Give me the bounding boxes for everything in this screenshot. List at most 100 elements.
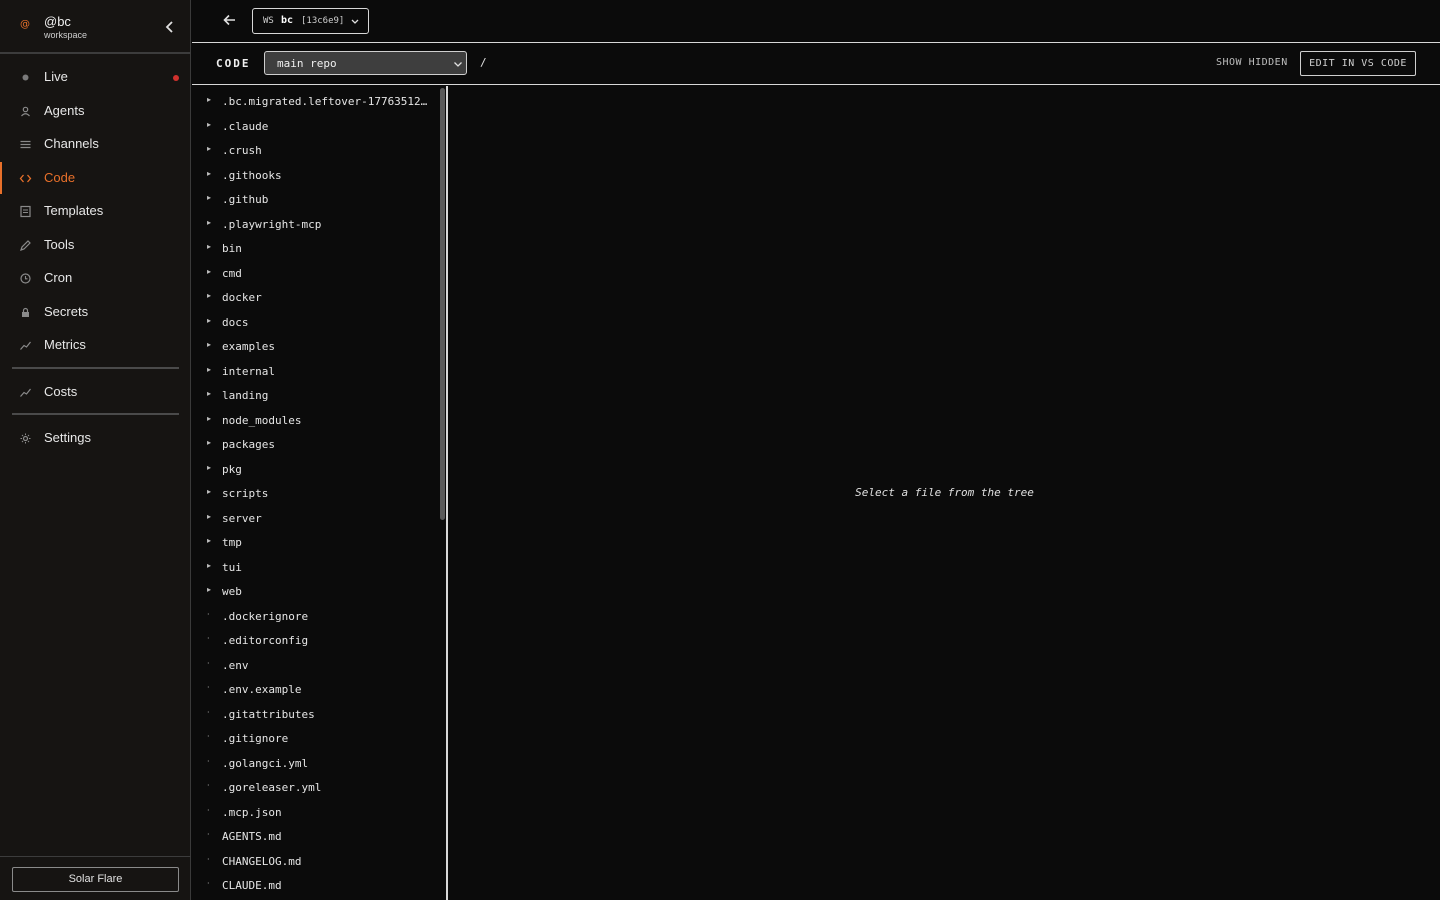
tree-entry-name: .gitignore [222, 732, 289, 745]
person-icon [19, 105, 32, 118]
lines-icon [19, 138, 32, 151]
tree-file-row[interactable]: · .env [192, 653, 432, 677]
folder-caret-icon: ▸ [207, 560, 212, 570]
sidebar-item-costs[interactable]: Costs [0, 376, 190, 408]
tree-folder-row[interactable]: ▸ server [192, 506, 432, 530]
folder-caret-icon: ▸ [207, 487, 212, 496]
sidebar-item-templates[interactable]: Templates [0, 195, 190, 227]
sidebar-item-metrics[interactable]: Metrics [0, 329, 190, 361]
tree-entry-name: .gitattributes [222, 707, 315, 721]
tree-folder-row[interactable]: ▸ examples [192, 334, 432, 358]
tree-entry-name: .githooks [222, 168, 282, 182]
tree-file-row[interactable]: · AGENTS.md [192, 824, 432, 848]
chevron-down-icon [452, 57, 464, 69]
edit-in-vscode-button[interactable]: EDIT IN VS CODE [1300, 51, 1416, 76]
workspace-selector[interactable]: WS bc [13c6e9] [252, 8, 369, 34]
collapse-sidebar-icon[interactable] [162, 18, 178, 36]
tree-folder-row[interactable]: ▸ pkg [192, 457, 432, 481]
sidebar-item-channels[interactable]: Channels [0, 128, 190, 160]
tree-entry-name: AGENTS.md [222, 830, 282, 843]
nav-divider [12, 367, 179, 369]
folder-caret-icon: ▸ [207, 119, 212, 129]
theme-button[interactable]: Solar Flare [12, 867, 179, 892]
breadcrumb: / [480, 56, 487, 69]
folder-caret-icon: ▸ [207, 511, 212, 521]
sidebar-item-label: Code [44, 170, 76, 185]
document-icon [19, 205, 32, 218]
folder-caret-icon: ▸ [207, 413, 212, 423]
folder-caret-icon: ▸ [207, 585, 212, 594]
folder-caret-icon: ▸ [207, 462, 212, 472]
tree-file-row[interactable]: · .golangci.yml [192, 751, 432, 775]
empty-state-message: Select a file from the tree [855, 486, 1034, 499]
tree-folder-row[interactable]: ▸ landing [192, 383, 432, 407]
tree-file-row[interactable]: · .gitattributes [192, 702, 432, 726]
tree-file-row[interactable]: · .gitignore [192, 726, 432, 750]
sidebar-item-label: Settings [44, 430, 91, 445]
tree-folder-row[interactable]: ▸ cmd [192, 261, 432, 285]
tree-folder-row[interactable]: ▸ docs [192, 310, 432, 334]
sidebar-item-live[interactable]: Live [0, 61, 190, 93]
tree-file-row[interactable]: · CHANGELOG.md [192, 849, 432, 873]
folder-caret-icon: ▸ [207, 144, 212, 153]
file-viewer: Select a file from the tree [449, 86, 1440, 900]
tree-entry-name: internal [222, 364, 275, 378]
tree-folder-row[interactable]: ▸ .crush [192, 138, 432, 162]
tree-folder-row[interactable]: ▸ scripts [192, 481, 432, 505]
sidebar-item-code[interactable]: Code [0, 162, 190, 194]
sidebar-item-settings[interactable]: Settings [0, 422, 190, 454]
tree-file-row[interactable]: · .goreleaser.yml [192, 775, 432, 799]
sidebar-item-label: Secrets [44, 304, 89, 319]
workspace-logo-icon: @ [20, 19, 30, 30]
workspace-prefix: WS [263, 16, 274, 26]
tree-entry-name: .bc.migrated.leftover-17763512… [222, 95, 428, 108]
tree-entry-name: web [222, 585, 242, 598]
tree-folder-row[interactable]: ▸ bin [192, 236, 432, 260]
sidebar-item-label: Channels [44, 136, 99, 151]
tree-file-row[interactable]: · CLAUDE.md [192, 873, 432, 897]
folder-caret-icon: ▸ [207, 438, 212, 447]
sidebar-item-agents[interactable]: Agents [0, 95, 190, 127]
tree-entry-name: .goreleaser.yml [222, 781, 322, 794]
file-dot-icon: · [207, 805, 210, 815]
sidebar-footer-divider [0, 856, 191, 857]
tree-entry-name: CLAUDE.md [222, 879, 282, 892]
file-dot-icon: · [207, 609, 210, 619]
tree-folder-row[interactable]: ▸ .playwright-mcp [192, 212, 432, 236]
live-status-dot [173, 75, 179, 81]
sidebar-item-label: Costs [44, 384, 78, 399]
tree-folder-row[interactable]: ▸ .claude [192, 114, 432, 138]
tree-folder-row[interactable]: ▸ web [192, 579, 432, 603]
tree-file-row[interactable]: · .mcp.json [192, 800, 432, 824]
tree-file-row[interactable]: · .editorconfig [192, 628, 432, 652]
tree-folder-row[interactable]: ▸ tmp [192, 530, 432, 554]
tree-folder-row[interactable]: ▸ .githooks [192, 163, 432, 187]
sidebar: @ @bc workspace Live Agents Channels Cod… [0, 0, 191, 900]
tree-entry-name: docker [222, 291, 262, 304]
tree-entry-name: .github [222, 193, 269, 206]
sidebar-item-secrets[interactable]: Secrets [0, 296, 190, 328]
show-hidden-button[interactable]: SHOW HIDDEN [1216, 57, 1288, 68]
tree-folder-row[interactable]: ▸ node_modules [192, 408, 432, 432]
sidebar-item-cron[interactable]: Cron [0, 262, 190, 294]
folder-caret-icon: ▸ [207, 217, 212, 227]
repo-select[interactable]: main repo [264, 51, 467, 75]
tree-scrollbar-thumb[interactable] [440, 88, 445, 520]
tree-file-row[interactable]: · .env.example [192, 677, 432, 701]
sidebar-item-tools[interactable]: Tools [0, 229, 190, 261]
tree-folder-row[interactable]: ▸ .bc.migrated.leftover-17763512… [192, 89, 432, 113]
clock-icon [19, 272, 32, 285]
tree-folder-row[interactable]: ▸ .github [192, 187, 432, 211]
tree-folder-row[interactable]: ▸ docker [192, 285, 432, 309]
workspace-header[interactable]: @ @bc workspace [0, 0, 191, 54]
folder-caret-icon: ▸ [207, 291, 212, 300]
tree-file-row[interactable]: · .dockerignore [192, 604, 432, 628]
file-tree: ▸ .bc.migrated.leftover-17763512… ▸ .claude… [192, 86, 448, 900]
tree-entry-name: tmp [222, 536, 242, 549]
tree-folder-row[interactable]: ▸ packages [192, 432, 432, 456]
back-arrow-icon[interactable] [223, 12, 237, 28]
tree-folder-row[interactable]: ▸ tui [192, 555, 432, 579]
sidebar-item-label: Templates [44, 203, 104, 218]
file-dot-icon: · [207, 707, 210, 717]
tree-folder-row[interactable]: ▸ internal [192, 359, 432, 383]
